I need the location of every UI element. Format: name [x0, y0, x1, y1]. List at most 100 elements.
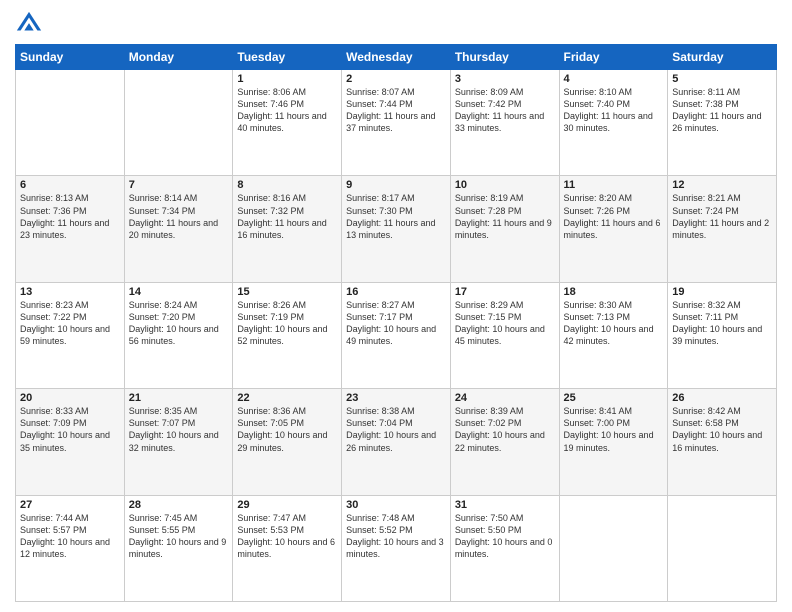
- day-number: 15: [237, 286, 337, 298]
- calendar-week-row: 6Sunrise: 8:13 AM Sunset: 7:36 PM Daylig…: [16, 176, 777, 282]
- day-number: 1: [237, 73, 337, 85]
- calendar-day-cell: 7Sunrise: 8:14 AM Sunset: 7:34 PM Daylig…: [124, 176, 233, 282]
- calendar-day-cell: 25Sunrise: 8:41 AM Sunset: 7:00 PM Dayli…: [559, 389, 668, 495]
- day-info: Sunrise: 8:32 AM Sunset: 7:11 PM Dayligh…: [672, 299, 772, 348]
- calendar-week-row: 1Sunrise: 8:06 AM Sunset: 7:46 PM Daylig…: [16, 70, 777, 176]
- day-number: 4: [564, 73, 664, 85]
- day-number: 6: [20, 179, 120, 191]
- calendar-day-cell: 26Sunrise: 8:42 AM Sunset: 6:58 PM Dayli…: [668, 389, 777, 495]
- day-info: Sunrise: 8:24 AM Sunset: 7:20 PM Dayligh…: [129, 299, 229, 348]
- day-number: 3: [455, 73, 555, 85]
- calendar-day-cell: 8Sunrise: 8:16 AM Sunset: 7:32 PM Daylig…: [233, 176, 342, 282]
- day-info: Sunrise: 8:29 AM Sunset: 7:15 PM Dayligh…: [455, 299, 555, 348]
- day-number: 23: [346, 392, 446, 404]
- day-info: Sunrise: 8:07 AM Sunset: 7:44 PM Dayligh…: [346, 86, 446, 135]
- day-info: Sunrise: 8:23 AM Sunset: 7:22 PM Dayligh…: [20, 299, 120, 348]
- day-info: Sunrise: 7:50 AM Sunset: 5:50 PM Dayligh…: [455, 512, 555, 561]
- day-number: 24: [455, 392, 555, 404]
- day-info: Sunrise: 8:20 AM Sunset: 7:26 PM Dayligh…: [564, 192, 664, 241]
- day-number: 5: [672, 73, 772, 85]
- day-info: Sunrise: 7:47 AM Sunset: 5:53 PM Dayligh…: [237, 512, 337, 561]
- day-number: 27: [20, 499, 120, 511]
- calendar-day-cell: 17Sunrise: 8:29 AM Sunset: 7:15 PM Dayli…: [450, 282, 559, 388]
- day-info: Sunrise: 8:36 AM Sunset: 7:05 PM Dayligh…: [237, 405, 337, 454]
- calendar-day-cell: [668, 495, 777, 601]
- day-info: Sunrise: 8:30 AM Sunset: 7:13 PM Dayligh…: [564, 299, 664, 348]
- day-number: 18: [564, 286, 664, 298]
- day-info: Sunrise: 8:27 AM Sunset: 7:17 PM Dayligh…: [346, 299, 446, 348]
- calendar-day-cell: 2Sunrise: 8:07 AM Sunset: 7:44 PM Daylig…: [342, 70, 451, 176]
- day-info: Sunrise: 7:44 AM Sunset: 5:57 PM Dayligh…: [20, 512, 120, 561]
- calendar-week-row: 27Sunrise: 7:44 AM Sunset: 5:57 PM Dayli…: [16, 495, 777, 601]
- calendar-day-cell: 22Sunrise: 8:36 AM Sunset: 7:05 PM Dayli…: [233, 389, 342, 495]
- calendar-day-cell: 24Sunrise: 8:39 AM Sunset: 7:02 PM Dayli…: [450, 389, 559, 495]
- day-info: Sunrise: 8:26 AM Sunset: 7:19 PM Dayligh…: [237, 299, 337, 348]
- weekday-header-cell: Tuesday: [233, 45, 342, 70]
- day-info: Sunrise: 8:42 AM Sunset: 6:58 PM Dayligh…: [672, 405, 772, 454]
- calendar-day-cell: 28Sunrise: 7:45 AM Sunset: 5:55 PM Dayli…: [124, 495, 233, 601]
- day-number: 13: [20, 286, 120, 298]
- weekday-header-cell: Saturday: [668, 45, 777, 70]
- day-info: Sunrise: 8:21 AM Sunset: 7:24 PM Dayligh…: [672, 192, 772, 241]
- day-number: 7: [129, 179, 229, 191]
- day-number: 21: [129, 392, 229, 404]
- calendar-day-cell: 13Sunrise: 8:23 AM Sunset: 7:22 PM Dayli…: [16, 282, 125, 388]
- calendar-day-cell: 21Sunrise: 8:35 AM Sunset: 7:07 PM Dayli…: [124, 389, 233, 495]
- day-info: Sunrise: 8:14 AM Sunset: 7:34 PM Dayligh…: [129, 192, 229, 241]
- calendar-day-cell: 4Sunrise: 8:10 AM Sunset: 7:40 PM Daylig…: [559, 70, 668, 176]
- day-info: Sunrise: 8:33 AM Sunset: 7:09 PM Dayligh…: [20, 405, 120, 454]
- day-info: Sunrise: 8:06 AM Sunset: 7:46 PM Dayligh…: [237, 86, 337, 135]
- day-info: Sunrise: 8:11 AM Sunset: 7:38 PM Dayligh…: [672, 86, 772, 135]
- day-number: 22: [237, 392, 337, 404]
- calendar-day-cell: 9Sunrise: 8:17 AM Sunset: 7:30 PM Daylig…: [342, 176, 451, 282]
- day-info: Sunrise: 8:41 AM Sunset: 7:00 PM Dayligh…: [564, 405, 664, 454]
- calendar-day-cell: 31Sunrise: 7:50 AM Sunset: 5:50 PM Dayli…: [450, 495, 559, 601]
- day-info: Sunrise: 8:35 AM Sunset: 7:07 PM Dayligh…: [129, 405, 229, 454]
- day-info: Sunrise: 8:13 AM Sunset: 7:36 PM Dayligh…: [20, 192, 120, 241]
- day-number: 8: [237, 179, 337, 191]
- day-info: Sunrise: 8:38 AM Sunset: 7:04 PM Dayligh…: [346, 405, 446, 454]
- day-info: Sunrise: 8:39 AM Sunset: 7:02 PM Dayligh…: [455, 405, 555, 454]
- weekday-header-cell: Friday: [559, 45, 668, 70]
- day-number: 12: [672, 179, 772, 191]
- day-number: 10: [455, 179, 555, 191]
- calendar-day-cell: 29Sunrise: 7:47 AM Sunset: 5:53 PM Dayli…: [233, 495, 342, 601]
- calendar-day-cell: 14Sunrise: 8:24 AM Sunset: 7:20 PM Dayli…: [124, 282, 233, 388]
- day-info: Sunrise: 7:48 AM Sunset: 5:52 PM Dayligh…: [346, 512, 446, 561]
- calendar-day-cell: [124, 70, 233, 176]
- day-number: 16: [346, 286, 446, 298]
- weekday-header-cell: Thursday: [450, 45, 559, 70]
- day-number: 19: [672, 286, 772, 298]
- calendar-day-cell: 18Sunrise: 8:30 AM Sunset: 7:13 PM Dayli…: [559, 282, 668, 388]
- day-number: 9: [346, 179, 446, 191]
- day-number: 14: [129, 286, 229, 298]
- day-number: 20: [20, 392, 120, 404]
- day-number: 31: [455, 499, 555, 511]
- calendar-day-cell: 23Sunrise: 8:38 AM Sunset: 7:04 PM Dayli…: [342, 389, 451, 495]
- day-info: Sunrise: 8:10 AM Sunset: 7:40 PM Dayligh…: [564, 86, 664, 135]
- calendar-day-cell: 19Sunrise: 8:32 AM Sunset: 7:11 PM Dayli…: [668, 282, 777, 388]
- day-info: Sunrise: 8:16 AM Sunset: 7:32 PM Dayligh…: [237, 192, 337, 241]
- calendar-week-row: 13Sunrise: 8:23 AM Sunset: 7:22 PM Dayli…: [16, 282, 777, 388]
- day-number: 29: [237, 499, 337, 511]
- logo-icon: [15, 10, 43, 38]
- calendar-day-cell: 5Sunrise: 8:11 AM Sunset: 7:38 PM Daylig…: [668, 70, 777, 176]
- weekday-header-cell: Monday: [124, 45, 233, 70]
- calendar-week-row: 20Sunrise: 8:33 AM Sunset: 7:09 PM Dayli…: [16, 389, 777, 495]
- day-number: 25: [564, 392, 664, 404]
- calendar-day-cell: [16, 70, 125, 176]
- day-number: 2: [346, 73, 446, 85]
- calendar-day-cell: 12Sunrise: 8:21 AM Sunset: 7:24 PM Dayli…: [668, 176, 777, 282]
- calendar-table: SundayMondayTuesdayWednesdayThursdayFrid…: [15, 44, 777, 602]
- logo: [15, 10, 47, 38]
- weekday-header-cell: Wednesday: [342, 45, 451, 70]
- day-number: 26: [672, 392, 772, 404]
- calendar-day-cell: 27Sunrise: 7:44 AM Sunset: 5:57 PM Dayli…: [16, 495, 125, 601]
- calendar-day-cell: 15Sunrise: 8:26 AM Sunset: 7:19 PM Dayli…: [233, 282, 342, 388]
- calendar-day-cell: 1Sunrise: 8:06 AM Sunset: 7:46 PM Daylig…: [233, 70, 342, 176]
- day-info: Sunrise: 8:17 AM Sunset: 7:30 PM Dayligh…: [346, 192, 446, 241]
- day-number: 11: [564, 179, 664, 191]
- calendar-day-cell: 6Sunrise: 8:13 AM Sunset: 7:36 PM Daylig…: [16, 176, 125, 282]
- calendar-day-cell: 16Sunrise: 8:27 AM Sunset: 7:17 PM Dayli…: [342, 282, 451, 388]
- weekday-header-cell: Sunday: [16, 45, 125, 70]
